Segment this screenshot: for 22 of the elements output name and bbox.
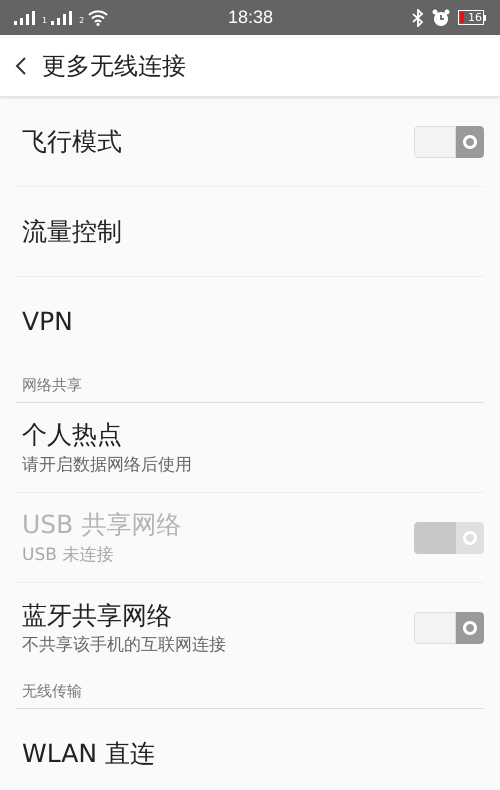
back-icon[interactable]: [14, 56, 28, 76]
toggle-switch[interactable]: [414, 126, 484, 158]
battery-percent: 16: [468, 12, 482, 23]
setting-title[interactable]: 飞行模式: [22, 126, 414, 158]
setting-subtitle: 不共享该手机的互联网连接: [22, 635, 227, 656]
setting-title[interactable]: 个人热点: [22, 419, 484, 450]
sim-label: 2: [79, 16, 84, 24]
alarm-icon: [432, 8, 450, 26]
section-header: 无线传输: [21, 680, 82, 702]
setting-title[interactable]: WLAN 直连: [22, 738, 484, 770]
setting-title[interactable]: VPN: [22, 306, 484, 338]
wifi-icon: [88, 10, 108, 26]
setting-title[interactable]: 流量控制: [22, 216, 484, 248]
clock: 18:38: [228, 6, 274, 29]
bluetooth-icon: [412, 8, 424, 26]
section-header: 网络共享: [21, 374, 82, 396]
page-title: 更多无线连接: [42, 50, 186, 82]
toggle-switch[interactable]: [414, 612, 484, 644]
sim-label: 1: [42, 16, 48, 24]
setting-subtitle: 请开启数据网络后使用: [22, 454, 193, 476]
setting-title[interactable]: 蓝牙共享网络: [22, 600, 414, 631]
setting-subtitle: USB 未连接: [22, 544, 114, 566]
